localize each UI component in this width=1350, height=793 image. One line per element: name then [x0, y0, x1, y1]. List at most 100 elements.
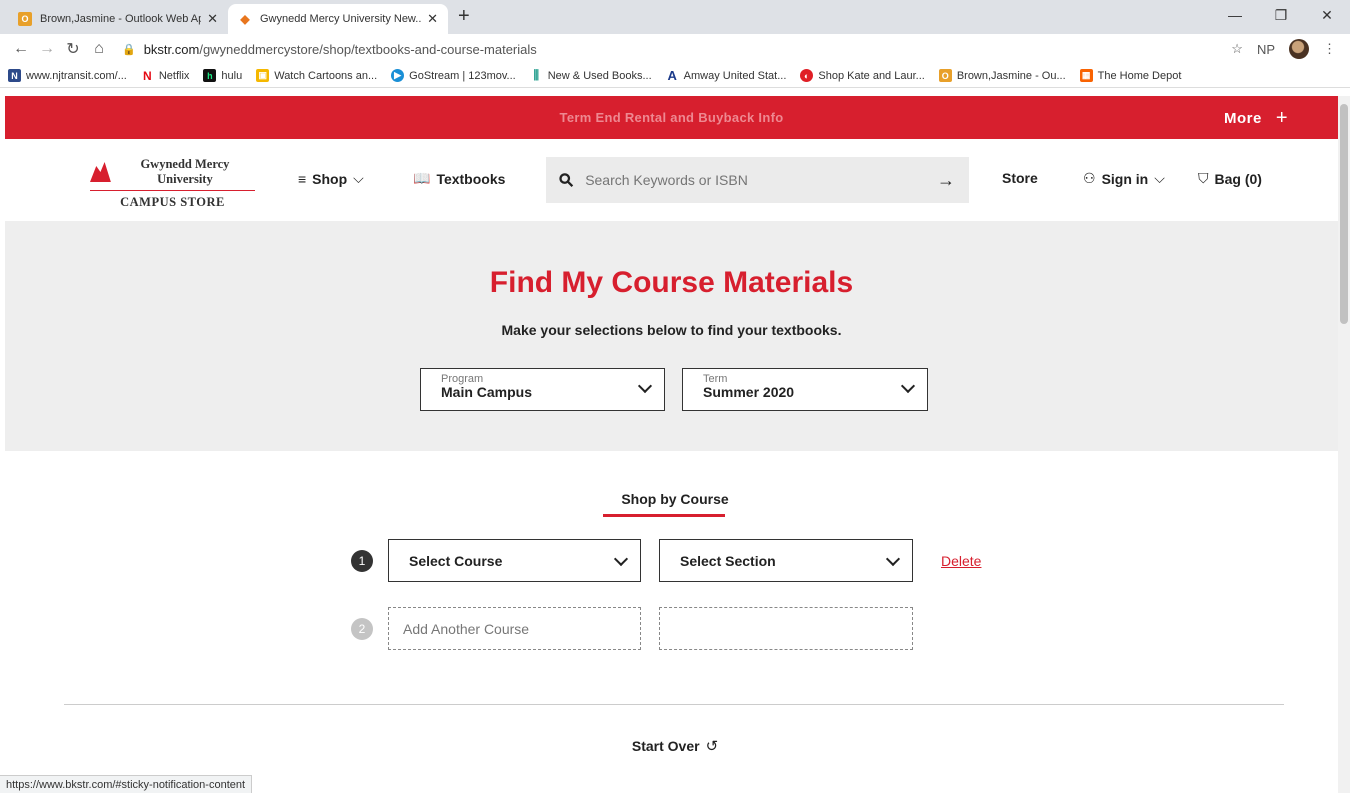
tab-bookstore[interactable]: ◆ Gwynedd Mercy University New... ✕	[228, 4, 448, 34]
program-select[interactable]: Program Main Campus	[420, 368, 665, 411]
minimize-icon[interactable]: —	[1212, 0, 1258, 30]
url-field[interactable]: 🔒 bkstr.com/gwyneddmercystore/shop/textb…	[112, 36, 1231, 62]
restore-icon[interactable]: ❐	[1258, 0, 1304, 30]
chevron-down-icon	[885, 551, 901, 567]
bag-icon: ⛉	[1198, 170, 1209, 186]
shop-label: Shop	[312, 170, 348, 187]
search-input[interactable]	[585, 172, 937, 188]
search-bar: ⚲ →	[546, 157, 969, 203]
netflix-icon: N	[140, 69, 154, 83]
logo-university: Gwynedd Mercy University	[140, 157, 230, 186]
bookmark-item[interactable]: ▦ The Home Depot	[1079, 69, 1182, 82]
term-select[interactable]: Term Summer 2020	[682, 368, 928, 411]
select-section-dropdown[interactable]: Select Section	[659, 539, 913, 582]
select-section-label: Select Section	[680, 552, 776, 569]
bag-button[interactable]: ⛉ Bag (0)	[1198, 170, 1262, 187]
back-icon[interactable]: ←	[8, 40, 34, 58]
books-icon: ⫼	[529, 68, 543, 82]
bookmark-star-icon[interactable]: ☆	[1231, 41, 1243, 57]
textbooks-label: Textbooks	[436, 170, 506, 187]
chevron-down-icon: ⌵	[1154, 170, 1165, 186]
homedepot-icon: ▦	[1079, 69, 1093, 82]
more-button[interactable]: More +	[1224, 106, 1288, 129]
new-tab-button[interactable]: +	[448, 5, 480, 34]
bookmark-item[interactable]: ▶ GoStream | 123mov...	[391, 69, 516, 82]
shop-by-course-tab[interactable]: Shop by Course	[0, 491, 1350, 507]
search-icon: ⚲	[554, 167, 578, 192]
gostream-icon: ▶	[391, 69, 405, 82]
home-icon[interactable]: ⌂	[86, 40, 112, 58]
book-icon: 📖	[413, 170, 431, 186]
griffin-logo-icon	[90, 162, 111, 182]
url-domain: bkstr.com	[143, 41, 200, 57]
store-logo[interactable]: Gwynedd Mercy University CAMPUS STORE	[90, 157, 255, 210]
lock-icon: 🔒	[122, 43, 136, 56]
menu-icon[interactable]: ⋮	[1323, 41, 1336, 57]
promo-message[interactable]: Term End Rental and Buyback Info	[5, 110, 1338, 125]
user-icon: ⚇	[1083, 170, 1096, 186]
more-label: More	[1223, 110, 1262, 127]
signin-menu[interactable]: ⚇ Sign in ⌵	[1083, 170, 1165, 187]
add-another-course-field[interactable]: Add Another Course	[388, 607, 641, 650]
profile-initials[interactable]: NP	[1257, 42, 1275, 57]
bookmarks-bar: Nwww.njtransit.com/... N Netflix h hulu ▣ W…	[0, 64, 1350, 88]
bookmark-label: hulu	[221, 69, 243, 82]
bookmark-label: GoStream | 123mov...	[409, 69, 516, 82]
address-bar: ← → ↻ ⌂ 🔒 bkstr.com/gwyneddmercystore/sh…	[0, 34, 1350, 64]
select-course-dropdown[interactable]: Select Course	[388, 539, 641, 582]
store-link[interactable]: Store	[1002, 170, 1038, 186]
bookmark-label: Watch Cartoons an...	[274, 69, 378, 82]
promo-banner: Term End Rental and Buyback Info More +	[5, 96, 1338, 139]
refresh-icon: ↺	[705, 738, 719, 755]
close-window-icon[interactable]: ✕	[1304, 0, 1350, 30]
bookmark-label: The Home Depot	[1097, 69, 1182, 82]
browser-tab-bar: O Brown,Jasmine - Outlook Web App ✕ ◆ Gw…	[0, 0, 1350, 34]
bookmark-label: www.njtransit.com/...	[26, 69, 127, 82]
page-subtitle: Make your selections below to find your …	[501, 322, 842, 338]
tab-outlook[interactable]: O Brown,Jasmine - Outlook Web App ✕	[8, 4, 228, 34]
bookmark-item[interactable]: ◐ Shop Kate and Laur...	[800, 69, 925, 82]
delete-link[interactable]: Delete	[941, 553, 981, 569]
start-over-label: Start Over	[631, 738, 700, 754]
bookmark-label: Netflix	[158, 69, 190, 82]
bookmark-item[interactable]: N Netflix	[140, 69, 190, 83]
start-over-button[interactable]: Start Over ↺	[0, 737, 1350, 755]
tab-title: Gwynedd Mercy University New...	[260, 13, 422, 25]
textbooks-link[interactable]: 📖 Textbooks	[413, 170, 505, 187]
bookmark-item[interactable]: O Brown,Jasmine - Ou...	[938, 69, 1066, 82]
bkstr-icon: ◆	[238, 12, 252, 26]
bookmark-label: Brown,Jasmine - Ou...	[956, 69, 1066, 82]
bookmark-item[interactable]: Nwww.njtransit.com/...	[8, 69, 127, 82]
shop-menu[interactable]: ≡ Shop ⌵	[298, 170, 364, 187]
bookmark-item[interactable]: ⫼ New & Used Books...	[529, 68, 652, 82]
hulu-icon: h	[203, 69, 217, 82]
chevron-down-icon: ⌵	[353, 170, 364, 186]
site-header: Gwynedd Mercy University CAMPUS STORE ≡ …	[5, 139, 1338, 221]
avatar[interactable]	[1289, 39, 1309, 59]
plus-icon: +	[1275, 107, 1288, 129]
reload-icon[interactable]: ↻	[60, 39, 86, 59]
scrollbar[interactable]	[1338, 96, 1350, 793]
term-value: Summer 2020	[703, 384, 795, 400]
close-tab-icon[interactable]: ✕	[427, 11, 438, 27]
bookmark-item[interactable]: A Amway United Stat...	[665, 68, 787, 83]
njtransit-icon: N	[8, 69, 21, 82]
search-submit-arrow-icon[interactable]: →	[937, 170, 955, 191]
outlook-icon: O	[938, 69, 952, 82]
shop-icon: ◐	[800, 69, 814, 82]
add-another-section-field[interactable]	[659, 607, 913, 650]
tab-title: Brown,Jasmine - Outlook Web App	[40, 13, 202, 25]
bag-label: Bag (0)	[1214, 170, 1262, 187]
tab-underline	[603, 514, 725, 517]
signin-label: Sign in	[1101, 170, 1149, 187]
close-tab-icon[interactable]: ✕	[207, 11, 218, 27]
program-value: Main Campus	[441, 384, 533, 400]
bookmark-item[interactable]: ▣ Watch Cartoons an...	[256, 69, 377, 82]
bookmark-label: Amway United Stat...	[683, 69, 787, 82]
bookmark-label: New & Used Books...	[547, 69, 652, 82]
bookmark-item[interactable]: h hulu	[203, 69, 242, 82]
course-row-number: 2	[351, 618, 373, 640]
forward-icon[interactable]: →	[34, 40, 60, 58]
outlook-icon: O	[18, 12, 32, 26]
scrollbar-thumb[interactable]	[1340, 104, 1348, 324]
